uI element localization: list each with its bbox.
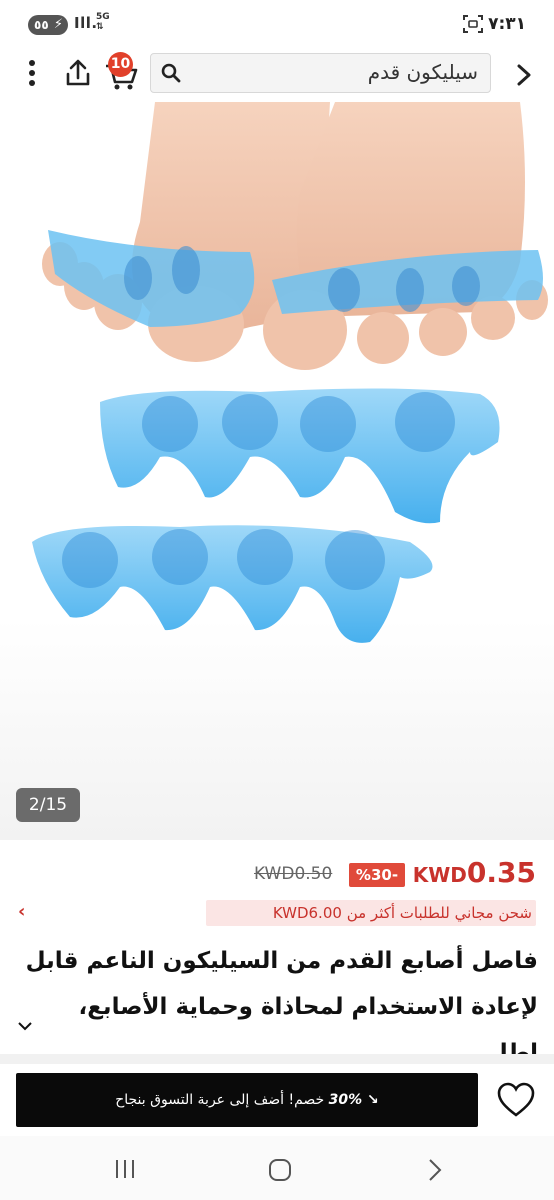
free-shipping-label: شحن مجاني للطلبات أكثر من KWD6.00 xyxy=(206,900,536,926)
chevron-left-icon[interactable]: ‹ xyxy=(18,901,25,922)
more-vert-icon[interactable] xyxy=(22,58,42,88)
bottom-action-bar: ↘ 30% خصم! أضف إلى عربة التسوق بنجاح xyxy=(0,1064,554,1136)
original-price: KWD0.50 xyxy=(254,864,333,884)
image-counter: 2/15 xyxy=(16,788,80,822)
expand-chevron-icon[interactable] xyxy=(18,1022,32,1032)
product-image-gallery[interactable]: 2/15 xyxy=(0,102,554,840)
discount-badge: %30- xyxy=(349,863,405,887)
recent-apps-icon[interactable] xyxy=(114,1158,136,1180)
cart-count-badge: 10 xyxy=(108,52,133,77)
status-bar: ٥٥ ⚡ Ill. 5G ⇅ ٧:٣١ xyxy=(0,0,554,50)
search-query: سيليكون قدم xyxy=(367,60,478,84)
share-icon[interactable] xyxy=(64,58,92,88)
home-icon[interactable] xyxy=(268,1158,292,1182)
screenshot-icon xyxy=(463,15,483,33)
back-icon[interactable] xyxy=(426,1158,444,1182)
search-icon[interactable] xyxy=(161,63,181,83)
system-nav-bar xyxy=(0,1136,554,1200)
battery-indicator: ٥٥ ⚡ xyxy=(28,15,68,35)
signal-icon: Ill. xyxy=(74,14,98,32)
product-title-line-1: فاصل أصابع القدم من السيليكون الناعم قاب… xyxy=(25,948,538,974)
product-image xyxy=(32,102,548,643)
top-bar: 10 سيليكون قدم xyxy=(0,50,554,100)
battery-level: ٥٥ xyxy=(34,18,49,32)
add-to-cart-label: خصم! أضف إلى عربة التسوق بنجاح xyxy=(115,1092,325,1108)
charging-icon: ⚡ xyxy=(53,17,63,32)
heart-icon[interactable] xyxy=(496,1082,536,1118)
shipping-row[interactable]: شحن مجاني للطلبات أكثر من KWD6.00 ‹ xyxy=(0,898,554,930)
clock: ٧:٣١ xyxy=(488,14,526,34)
add-to-cart-button[interactable]: ↘ 30% خصم! أضف إلى عربة التسوق بنجاح xyxy=(16,1073,478,1127)
cta-discount: ↘ 30% xyxy=(328,1092,379,1108)
network-type: 5G ⇅ xyxy=(96,12,110,32)
section-divider xyxy=(0,1054,554,1064)
search-input[interactable]: سيليكون قدم xyxy=(150,53,491,93)
price-row: KWD0.35 %30- KWD0.50 xyxy=(0,848,554,898)
current-price: KWD0.35 xyxy=(412,856,536,889)
back-chevron-icon[interactable] xyxy=(510,60,538,90)
